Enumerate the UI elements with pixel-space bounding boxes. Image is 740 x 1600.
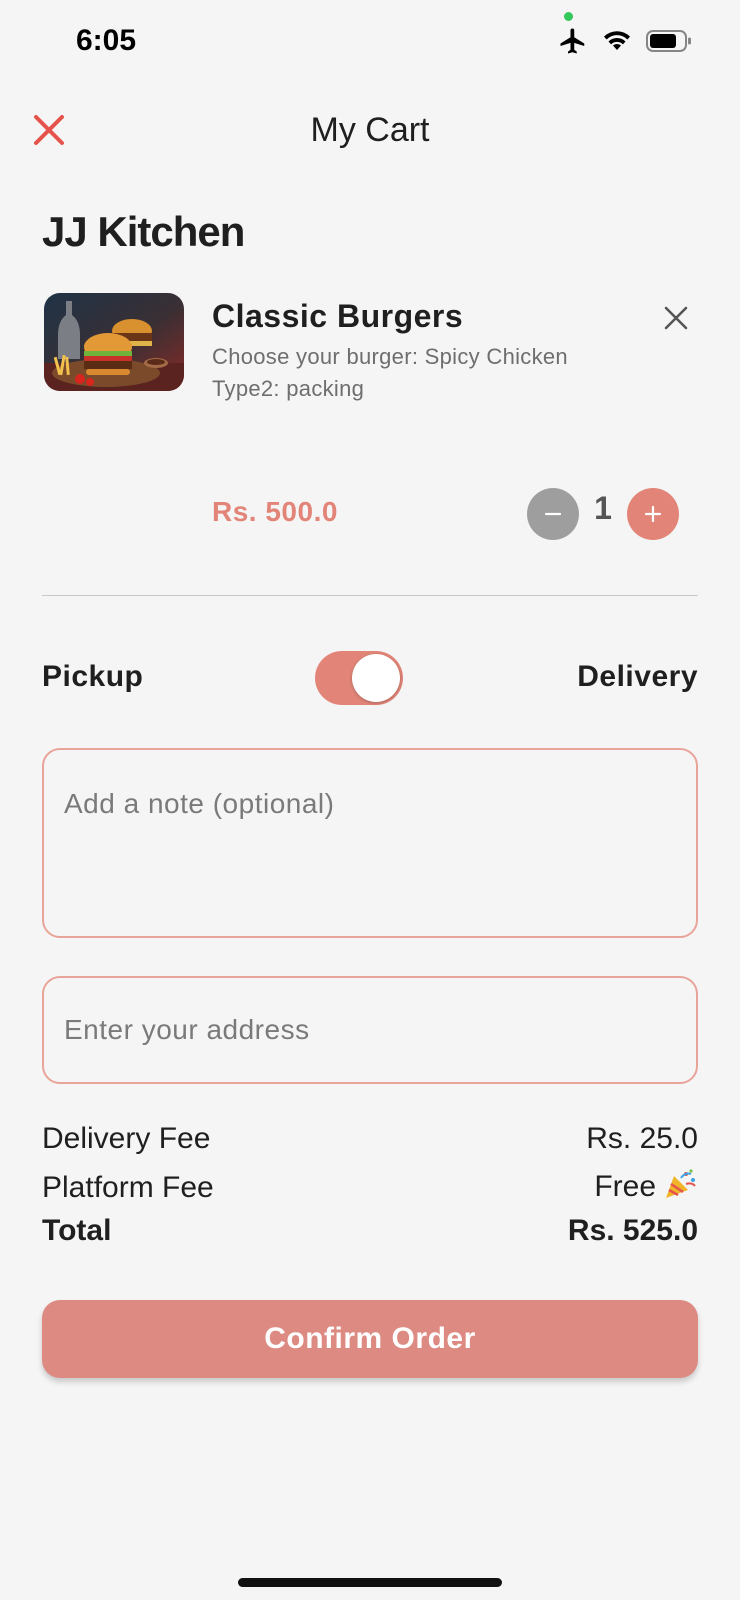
platform-fee-value: Free bbox=[594, 1169, 656, 1203]
item-option: Type2: packing bbox=[212, 376, 365, 401]
airplane-icon bbox=[558, 26, 588, 56]
delivery-fee-label: Delivery Fee bbox=[42, 1122, 211, 1155]
decrease-quantity-button[interactable] bbox=[527, 488, 579, 540]
status-time: 6:05 bbox=[76, 24, 137, 57]
pickup-delivery-toggle[interactable] bbox=[315, 651, 403, 705]
burger-image bbox=[44, 293, 184, 391]
plus-icon bbox=[644, 505, 662, 523]
increase-quantity-button[interactable] bbox=[627, 488, 679, 540]
total-label: Total bbox=[42, 1214, 112, 1247]
camera-indicator-dot bbox=[564, 12, 573, 21]
page-title: My Cart bbox=[310, 111, 430, 149]
platform-fee-label: Platform Fee bbox=[42, 1171, 214, 1204]
remove-item-button[interactable] bbox=[658, 300, 694, 336]
item-name: Classic Burgers bbox=[212, 298, 464, 334]
pickup-label[interactable]: Pickup bbox=[42, 660, 143, 694]
item-price: Rs. 500.0 bbox=[212, 496, 338, 527]
restaurant-name: JJ Kitchen bbox=[42, 208, 245, 255]
status-bar: 6:05 bbox=[0, 0, 740, 90]
note-field-container bbox=[42, 748, 698, 938]
delivery-label[interactable]: Delivery bbox=[577, 660, 698, 694]
minus-icon bbox=[544, 512, 562, 516]
total-row: Total Rs. 525.0 bbox=[42, 1214, 698, 1248]
home-indicator[interactable] bbox=[238, 1578, 502, 1587]
wifi-icon bbox=[602, 29, 632, 53]
close-icon bbox=[664, 306, 688, 330]
address-field-container bbox=[42, 976, 698, 1084]
item-option: Choose your burger: Spicy Chicken bbox=[212, 344, 568, 369]
divider bbox=[42, 595, 698, 596]
quantity-value: 1 bbox=[594, 490, 612, 526]
note-input[interactable] bbox=[44, 750, 696, 936]
delivery-fee-row: Delivery Fee Rs. 25.0 bbox=[42, 1122, 698, 1156]
cart-screen: 6:05 My Cart JJ Kitchen Classic Burgers … bbox=[0, 0, 740, 1600]
battery-icon bbox=[646, 29, 692, 53]
total-value: Rs. 525.0 bbox=[567, 1214, 698, 1247]
delivery-fee-value: Rs. 25.0 bbox=[586, 1122, 698, 1155]
party-popper-icon bbox=[664, 1168, 698, 1208]
status-icons bbox=[558, 26, 692, 56]
platform-fee-value-group: Free bbox=[594, 1168, 698, 1208]
header: My Cart bbox=[0, 95, 740, 167]
confirm-order-button[interactable]: Confirm Order bbox=[42, 1300, 698, 1378]
address-input[interactable] bbox=[44, 978, 696, 1082]
platform-fee-row: Platform Fee Free bbox=[42, 1168, 698, 1208]
toggle-knob bbox=[352, 654, 400, 702]
